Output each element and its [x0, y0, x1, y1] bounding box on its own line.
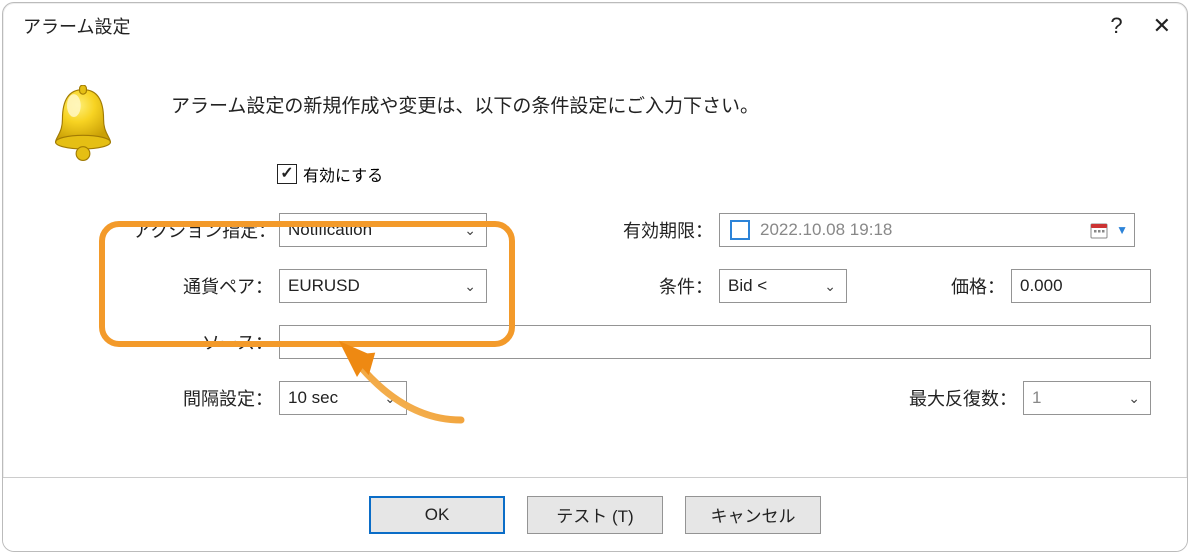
price-label: 価格： [933, 273, 1011, 299]
chevron-down-icon: ⌄ [464, 278, 476, 295]
enable-label: 有効にする [303, 162, 383, 186]
interval-value: 10 sec [288, 388, 338, 408]
help-icon[interactable]: ? [1110, 13, 1122, 39]
test-button[interactable]: テスト (T) [527, 496, 663, 534]
enable-checkbox[interactable] [277, 164, 297, 184]
interval-label: 間隔設定： [133, 385, 279, 411]
titlebar: アラーム設定 ? ✕ [3, 3, 1187, 49]
condition-label: 条件： [613, 273, 719, 299]
cancel-label: キャンセル [711, 502, 796, 527]
maxrep-label: 最大反復数： [909, 385, 1023, 411]
source-label: ソース： [133, 329, 279, 355]
symbol-select[interactable]: EURUSD ⌄ [279, 269, 487, 303]
window-title: アラーム設定 [23, 13, 130, 39]
chevron-down-icon: ⌄ [384, 390, 396, 407]
action-select[interactable]: Notification ⌄ [279, 213, 487, 247]
button-row: OK テスト (T) キャンセル [3, 477, 1187, 551]
cancel-button[interactable]: キャンセル [685, 496, 821, 534]
alarm-settings-dialog: アラーム設定 ? ✕ [2, 2, 1188, 552]
intro-text: アラーム設定の新規作成や変更は、以下の条件設定にご入力下さい。 [171, 91, 1151, 118]
calendar-icon[interactable] [1090, 221, 1108, 239]
chevron-down-icon: ⌄ [824, 278, 836, 295]
bell-icon [3, 67, 133, 477]
expiry-value: 2022.10.08 19:18 [760, 220, 892, 240]
price-input[interactable]: 0.000 [1011, 269, 1151, 303]
expiry-label: 有効期限： [613, 217, 719, 243]
condition-select[interactable]: Bid < ⌄ [719, 269, 847, 303]
chevron-down-icon: ⌄ [464, 222, 476, 239]
interval-select[interactable]: 10 sec ⌄ [279, 381, 407, 415]
expiry-input[interactable]: 2022.10.08 19:18 ▼ [719, 213, 1135, 247]
close-icon[interactable]: ✕ [1153, 13, 1171, 39]
source-input[interactable] [279, 325, 1151, 359]
test-label: テスト (T) [556, 502, 633, 527]
maxrep-select[interactable]: 1 ⌄ [1023, 381, 1151, 415]
price-value: 0.000 [1020, 276, 1063, 296]
symbol-value: EURUSD [288, 276, 360, 296]
chevron-down-icon: ⌄ [1128, 390, 1140, 407]
maxrep-value: 1 [1032, 388, 1041, 408]
symbol-label: 通貨ペア： [133, 273, 279, 299]
ok-label: OK [425, 505, 450, 525]
action-label: アクション指定： [133, 217, 279, 243]
ok-button[interactable]: OK [369, 496, 505, 534]
expiry-checkbox[interactable] [730, 220, 750, 240]
action-value: Notification [288, 220, 372, 240]
chevron-down-icon: ▼ [1116, 223, 1128, 237]
condition-value: Bid < [728, 276, 767, 296]
